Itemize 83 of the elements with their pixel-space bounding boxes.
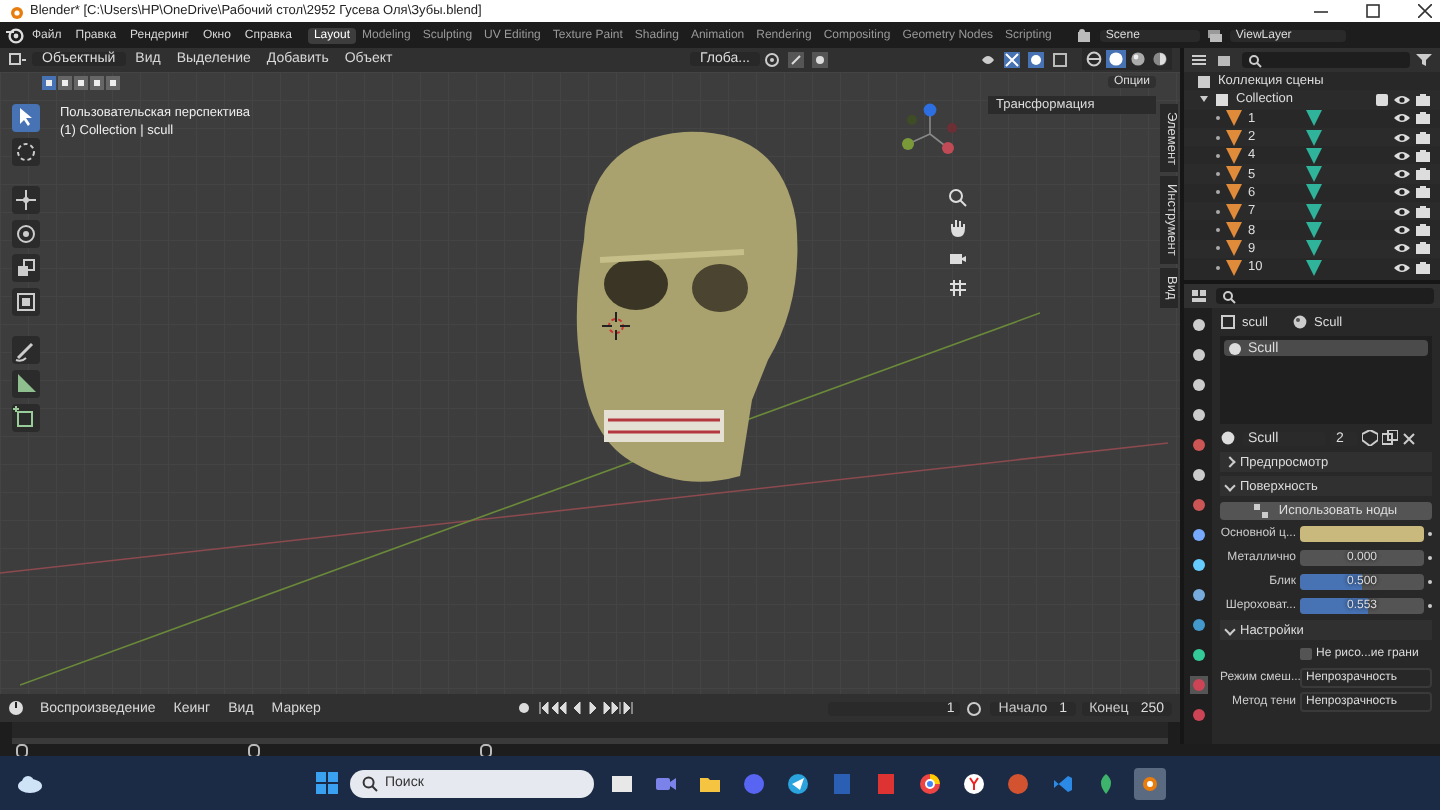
- cursor-icon: [602, 311, 630, 340]
- scene-collection-icon: [1196, 73, 1212, 90]
- include-checkbox[interactable]: [1376, 93, 1388, 106]
- move-tool-icon[interactable]: [12, 185, 40, 214]
- layers-icon: [1205, 27, 1224, 43]
- overlay-icon[interactable]: [1028, 51, 1048, 68]
- duplicate-icon[interactable]: [1382, 430, 1398, 446]
- timeline-scrollbar[interactable]: [12, 722, 1168, 744]
- record-icon[interactable]: [516, 700, 533, 717]
- eye-icon[interactable]: [1394, 129, 1410, 146]
- expand-arrow[interactable]: [1200, 96, 1208, 103]
- proportional-icon[interactable]: [812, 51, 832, 68]
- hand-icon[interactable]: [948, 217, 968, 238]
- camera-icon[interactable]: [1416, 184, 1432, 201]
- eye-icon[interactable]: [1394, 259, 1410, 276]
- list-icon[interactable]: [1190, 52, 1210, 68]
- material-icon[interactable]: [1220, 430, 1238, 446]
- eye-icon[interactable]: [1394, 91, 1410, 108]
- color-swatch[interactable]: [1300, 526, 1424, 542]
- search-field[interactable]: [1242, 52, 1410, 68]
- eye-icon[interactable]: [1394, 240, 1410, 257]
- shading-material-icon[interactable]: [1128, 50, 1148, 69]
- nodes-icon: [1254, 503, 1271, 517]
- search-field[interactable]: [1216, 288, 1434, 304]
- search-icon: [361, 775, 377, 791]
- mouse-icon: [248, 743, 260, 757]
- stopwatch-icon[interactable]: [966, 700, 985, 717]
- camera-icon[interactable]: [1416, 91, 1432, 108]
- mouse-icon: [480, 743, 492, 757]
- visibility-icon[interactable]: [980, 51, 1000, 68]
- blender-app-icon[interactable]: [1133, 767, 1165, 799]
- camera-icon[interactable]: [1416, 259, 1432, 276]
- rotate-tool-icon[interactable]: [12, 219, 40, 248]
- clock-icon[interactable]: [8, 700, 28, 717]
- eye-icon[interactable]: [1394, 110, 1410, 127]
- scale-tool-icon[interactable]: [12, 253, 40, 282]
- eye-icon[interactable]: [1394, 166, 1410, 183]
- filter-icon[interactable]: [1416, 52, 1434, 68]
- camera-icon[interactable]: [1416, 166, 1432, 183]
- weather-cloud-icon: [16, 773, 44, 793]
- start-icon[interactable]: [315, 772, 337, 794]
- shading-rendered-icon[interactable]: [1150, 50, 1170, 69]
- gizmo-icon[interactable]: [1004, 51, 1024, 68]
- shield-icon[interactable]: [1362, 430, 1378, 446]
- transform-tool-icon[interactable]: [12, 287, 40, 316]
- grid-icon[interactable]: [948, 277, 968, 298]
- snap-icon[interactable]: [788, 51, 808, 68]
- measure-tool-icon[interactable]: [12, 369, 40, 398]
- close-icon[interactable]: [1418, 4, 1432, 18]
- add-cube-tool-icon[interactable]: [12, 403, 40, 432]
- eye-icon[interactable]: [1394, 147, 1410, 164]
- checkbox[interactable]: [1300, 648, 1312, 660]
- material-ball-icon: [1228, 341, 1242, 355]
- cube-editor-icon[interactable]: [8, 51, 28, 68]
- cursor-tool-icon[interactable]: [12, 137, 40, 166]
- shading-wireframe-icon[interactable]: [1084, 50, 1104, 69]
- camera-icon[interactable]: [1416, 110, 1432, 127]
- eye-icon[interactable]: [1394, 222, 1410, 239]
- search-icon: [1248, 53, 1262, 67]
- mouse-icon: [16, 743, 28, 757]
- select-tool-icon[interactable]: [12, 103, 40, 132]
- eye-icon[interactable]: [1394, 203, 1410, 220]
- playback-controls-icon[interactable]: [538, 700, 639, 717]
- display-mode-icon[interactable]: [1216, 52, 1236, 68]
- material-icon: [1292, 314, 1309, 330]
- scene-icon: [1075, 27, 1094, 43]
- pivot-icon[interactable]: [764, 51, 784, 68]
- camera-icon[interactable]: [1416, 129, 1432, 146]
- maximize-icon[interactable]: [1366, 4, 1380, 18]
- search-icon: [1222, 289, 1236, 303]
- mesh-icon: [1220, 314, 1236, 330]
- shading-solid-icon[interactable]: [1106, 50, 1126, 69]
- xray-icon[interactable]: [1052, 51, 1070, 68]
- zoom-icon[interactable]: [948, 187, 968, 208]
- annotate-tool-icon[interactable]: [12, 335, 40, 364]
- collection-icon: [1214, 91, 1230, 108]
- properties-editor-icon[interactable]: [1190, 288, 1210, 304]
- camera-icon[interactable]: [1416, 240, 1432, 257]
- logo-icon[interactable]: [6, 26, 24, 44]
- camera-icon[interactable]: [1416, 222, 1432, 239]
- camera-icon[interactable]: [1416, 203, 1432, 220]
- eye-icon[interactable]: [1394, 184, 1410, 201]
- camera-icon[interactable]: [1416, 147, 1432, 164]
